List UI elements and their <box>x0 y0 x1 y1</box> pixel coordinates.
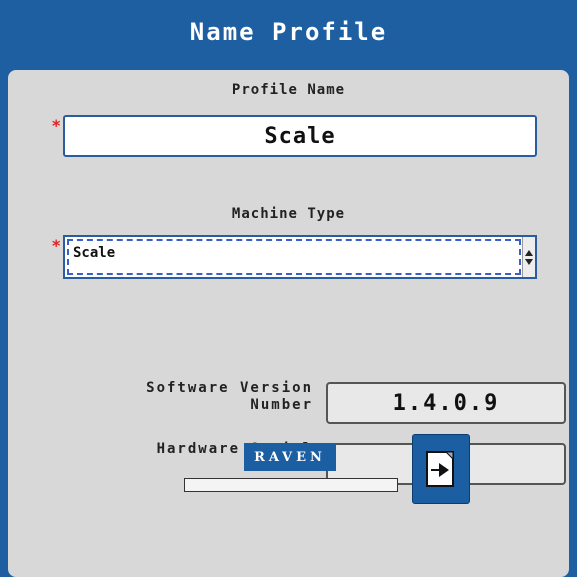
exit-button[interactable] <box>412 434 470 504</box>
machine-type-value: Scale <box>73 245 116 261</box>
profile-name-label: Profile Name <box>231 82 346 98</box>
progress-bar <box>184 478 398 492</box>
profile-name-required-marker: * <box>52 116 61 135</box>
title-bar: Name Profile <box>0 0 577 64</box>
software-version-label: Software Version Number <box>58 380 313 414</box>
raven-logo: RAVEN <box>244 443 336 471</box>
raven-logo-text: RAVEN <box>254 449 326 465</box>
exit-icon <box>426 451 454 487</box>
software-version-label-line1: Software Version <box>146 380 313 396</box>
name-profile-window: Name Profile Profile Name * Scale Machin… <box>0 0 577 577</box>
spinner-up-icon[interactable] <box>525 249 533 256</box>
software-version-label-line2: Number <box>250 397 313 413</box>
software-version-field: 1.4.0.9 <box>326 382 566 424</box>
window-title: Name Profile <box>189 18 388 46</box>
spinner-down-icon[interactable] <box>525 258 533 265</box>
form-panel: Profile Name * Scale Machine Type * Scal… <box>8 70 569 577</box>
machine-type-label: Machine Type <box>231 206 346 222</box>
machine-type-required-marker: * <box>52 236 61 255</box>
machine-type-spinner[interactable] <box>522 237 535 277</box>
machine-type-focus-outline: Scale <box>67 239 521 275</box>
profile-name-input[interactable]: Scale <box>63 115 537 157</box>
profile-name-value: Scale <box>264 123 336 149</box>
software-version-value: 1.4.0.9 <box>392 390 500 416</box>
machine-type-select[interactable]: Scale <box>63 235 537 279</box>
